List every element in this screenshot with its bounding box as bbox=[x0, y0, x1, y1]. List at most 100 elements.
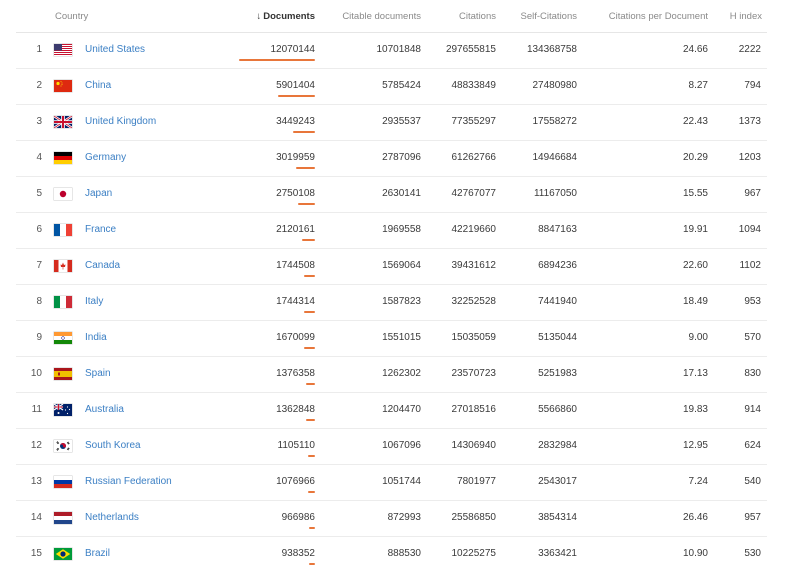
citations-value: 61262766 bbox=[451, 152, 497, 163]
country-link[interactable]: Russian Federation bbox=[85, 476, 172, 487]
h-index-value: 1094 bbox=[738, 224, 761, 235]
rank-number: 10 bbox=[30, 368, 42, 379]
citations-per-document-value: 22.43 bbox=[682, 116, 708, 127]
citable-documents-value: 888530 bbox=[387, 548, 421, 559]
country-link[interactable]: Australia bbox=[85, 404, 124, 415]
rank-number: 1 bbox=[36, 44, 42, 55]
citations-per-document-value: 22.60 bbox=[682, 260, 708, 271]
table-row: 9 India 1670099 1551015 15035059 5135044 9.00 5… bbox=[16, 320, 767, 356]
documents-value: 938352 bbox=[281, 548, 315, 559]
country-link[interactable]: India bbox=[85, 332, 107, 343]
citable-documents-value: 10701848 bbox=[376, 44, 422, 55]
h-index-value: 540 bbox=[744, 476, 761, 487]
rank-number: 6 bbox=[36, 224, 42, 235]
citable-documents-value: 872993 bbox=[387, 512, 421, 523]
citations-value: 42767077 bbox=[451, 188, 497, 199]
citations-per-document-value: 8.27 bbox=[688, 80, 708, 91]
documents-value: 1744314 bbox=[276, 296, 315, 307]
citations-value: 32252528 bbox=[451, 296, 497, 307]
flag-nl-icon bbox=[54, 512, 72, 524]
rank-number: 4 bbox=[36, 152, 42, 163]
header-documents-label: Documents bbox=[263, 11, 315, 22]
h-index-value: 570 bbox=[744, 332, 761, 343]
citations-value: 39431612 bbox=[451, 260, 497, 271]
country-link[interactable]: Netherlands bbox=[85, 512, 139, 523]
citations-per-document-value: 18.49 bbox=[682, 296, 708, 307]
flag-ru-icon bbox=[54, 476, 72, 488]
self-citations-value: 8847163 bbox=[538, 224, 577, 235]
country-link[interactable]: Germany bbox=[85, 152, 126, 163]
table-body: 1 United States 12070144 10701848 297655815 1… bbox=[0, 32, 791, 572]
citations-per-document-value: 12.95 bbox=[682, 440, 708, 451]
country-link[interactable]: Brazil bbox=[85, 548, 110, 559]
h-index-value: 914 bbox=[744, 404, 761, 415]
documents-bar bbox=[304, 275, 315, 277]
flag-fr-icon bbox=[54, 224, 72, 236]
self-citations-value: 5566860 bbox=[538, 404, 577, 415]
rank-number: 7 bbox=[36, 260, 42, 271]
documents-value: 1076966 bbox=[276, 476, 315, 487]
h-index-value: 830 bbox=[744, 368, 761, 379]
flag-in-icon bbox=[54, 332, 72, 344]
citable-documents-value: 1262302 bbox=[382, 368, 421, 379]
table-row: 13 Russian Federation 1076966 1051744 780197… bbox=[16, 464, 767, 500]
header-citations-per-document[interactable]: Citations per Document bbox=[609, 11, 708, 22]
table-row: 8 Italy 1744314 1587823 32252528 7441940 18.49… bbox=[16, 284, 767, 320]
header-documents[interactable]: ↓ Documents bbox=[257, 11, 315, 22]
documents-value: 2750108 bbox=[276, 188, 315, 199]
citable-documents-value: 1067096 bbox=[382, 440, 421, 451]
self-citations-value: 2832984 bbox=[538, 440, 577, 451]
header-country[interactable]: Country bbox=[55, 11, 88, 22]
citations-per-document-value: 17.13 bbox=[682, 368, 708, 379]
citations-value: 297655815 bbox=[445, 44, 496, 55]
citable-documents-value: 2787096 bbox=[382, 152, 421, 163]
documents-value: 3019959 bbox=[276, 152, 315, 163]
self-citations-value: 3363421 bbox=[538, 548, 577, 559]
header-citations[interactable]: Citations bbox=[459, 11, 496, 22]
h-index-value: 1203 bbox=[738, 152, 761, 163]
rank-number: 5 bbox=[36, 188, 42, 199]
country-link[interactable]: France bbox=[85, 224, 116, 235]
header-self-citations[interactable]: Self-Citations bbox=[521, 11, 578, 22]
documents-bar bbox=[278, 95, 315, 97]
citations-value: 48833849 bbox=[451, 80, 497, 91]
rank-number: 2 bbox=[36, 80, 42, 91]
flag-kr-icon bbox=[54, 440, 72, 452]
country-link[interactable]: China bbox=[85, 80, 111, 91]
documents-bar bbox=[239, 59, 315, 61]
table-row: 3 United Kingdom 3449243 2935537 77355297 175… bbox=[16, 104, 767, 140]
h-index-value: 957 bbox=[744, 512, 761, 523]
citations-value: 27018516 bbox=[451, 404, 497, 415]
self-citations-value: 3854314 bbox=[538, 512, 577, 523]
country-link[interactable]: Spain bbox=[85, 368, 111, 379]
flag-au-icon bbox=[54, 404, 72, 416]
documents-value: 966986 bbox=[281, 512, 315, 523]
country-link[interactable]: South Korea bbox=[85, 440, 141, 451]
flag-jp-icon bbox=[54, 188, 72, 200]
documents-bar bbox=[304, 311, 315, 313]
self-citations-value: 5135044 bbox=[538, 332, 577, 343]
country-link[interactable]: United Kingdom bbox=[85, 116, 156, 127]
header-h-index[interactable]: H index bbox=[730, 11, 762, 22]
citations-value: 25586850 bbox=[451, 512, 497, 523]
self-citations-value: 7441940 bbox=[538, 296, 577, 307]
header-citable[interactable]: Citable documents bbox=[342, 11, 421, 22]
documents-value: 2120161 bbox=[276, 224, 315, 235]
country-link[interactable]: Japan bbox=[85, 188, 112, 199]
h-index-value: 624 bbox=[744, 440, 761, 451]
h-index-value: 794 bbox=[744, 80, 761, 91]
citable-documents-value: 1569064 bbox=[382, 260, 421, 271]
citable-documents-value: 2935537 bbox=[382, 116, 421, 127]
country-link[interactable]: Canada bbox=[85, 260, 120, 271]
table-row: 12 South Korea 1105110 1067096 14306940 28329… bbox=[16, 428, 767, 464]
table-row: 2 China 5901404 5785424 48833849 27480980 8.27… bbox=[16, 68, 767, 104]
citable-documents-value: 1051744 bbox=[382, 476, 421, 487]
citations-value: 23570723 bbox=[451, 368, 497, 379]
citable-documents-value: 1204470 bbox=[382, 404, 421, 415]
table-row: 10 Spain 1376358 1262302 23570723 5251983 17.1… bbox=[16, 356, 767, 392]
citations-value: 10225275 bbox=[451, 548, 497, 559]
citable-documents-value: 1969558 bbox=[382, 224, 421, 235]
country-link[interactable]: Italy bbox=[85, 296, 103, 307]
documents-bar bbox=[304, 347, 315, 349]
country-link[interactable]: United States bbox=[85, 44, 145, 55]
